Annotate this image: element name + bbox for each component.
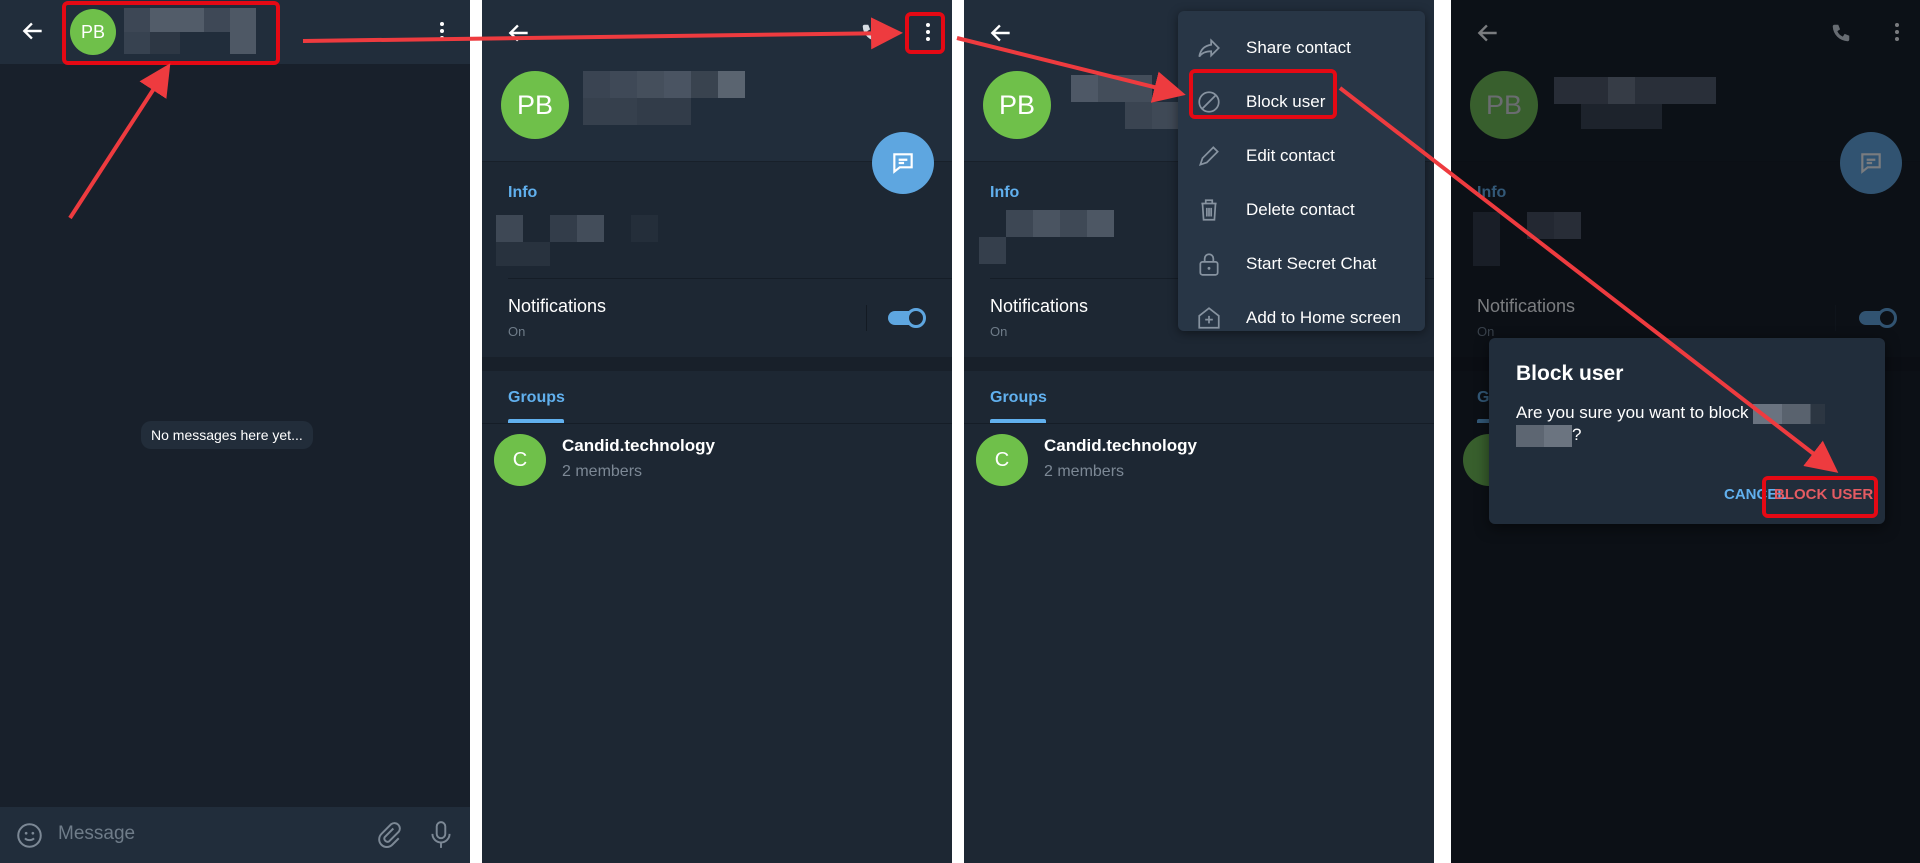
- redacted-contact-name: [1071, 75, 1181, 129]
- chat-bubble-icon: [893, 153, 913, 174]
- dialog-message: Are you sure you want to block ?: [1516, 402, 1846, 447]
- share-icon: [1198, 38, 1220, 58]
- menu-item-add-to-home-screen[interactable]: Add to Home screen: [1178, 291, 1425, 345]
- group-name: Candid.technology: [562, 436, 715, 455]
- divider: [866, 305, 867, 331]
- menu-item-start-secret-chat[interactable]: Start Secret Chat: [1178, 237, 1425, 291]
- notifications-state: On: [990, 324, 1008, 339]
- back-arrow-icon: [1477, 24, 1497, 42]
- highlight-block-user: [1189, 69, 1337, 119]
- message-fab: [1840, 132, 1902, 194]
- tab-groups[interactable]: Groups: [990, 389, 1047, 407]
- notifications-label: Notifications: [1477, 296, 1576, 316]
- chat-bubble-icon: [1861, 153, 1881, 174]
- notifications-label[interactable]: Notifications: [990, 296, 1088, 317]
- highlight-block-user-button: [1762, 476, 1878, 518]
- profile-menu-screen: PB Info Notifications On Groups C Candid…: [964, 0, 1434, 863]
- lock-icon: [1199, 253, 1219, 276]
- message-input[interactable]: Message: [58, 823, 135, 845]
- info-label: Info: [990, 184, 1020, 201]
- more-vert-icon[interactable]: [438, 22, 446, 44]
- trash-icon: [1201, 199, 1217, 221]
- back-arrow-icon[interactable]: [988, 20, 1014, 46]
- tab-groups: G: [1477, 389, 1490, 406]
- profile-avatar: PB: [1470, 71, 1538, 139]
- redacted-phone: [1473, 212, 1583, 266]
- back-arrow-icon[interactable]: [20, 18, 46, 44]
- redacted-contact-name: [583, 71, 745, 125]
- profile-screen: PB Info Notifications On Groups C Candid…: [482, 0, 952, 863]
- back-arrow-icon[interactable]: [506, 20, 532, 46]
- dialog-title: Block user: [1516, 362, 1624, 385]
- profile-avatar: PB: [983, 71, 1051, 139]
- tab-groups[interactable]: Groups: [508, 389, 565, 407]
- divider: [482, 423, 952, 424]
- group-members: 2 members: [1044, 463, 1125, 480]
- add-home-icon: [1198, 307, 1220, 329]
- notifications-state: On: [1477, 324, 1495, 339]
- group-name: Candid.technology: [1044, 436, 1197, 455]
- profile-header: PB: [1451, 0, 1920, 162]
- phone-icon[interactable]: [860, 22, 882, 44]
- group-avatar: C: [976, 434, 1028, 486]
- redacted-name: [1516, 424, 1572, 447]
- highlight-contact-header: [62, 1, 280, 65]
- notifications-toggle: [1859, 308, 1899, 328]
- notifications-label[interactable]: Notifications: [508, 296, 606, 317]
- divider: [508, 278, 952, 279]
- menu-item-delete-contact[interactable]: Delete contact: [1178, 183, 1425, 237]
- chat-screen: PB No messages here yet... Message: [0, 0, 470, 863]
- notifications-toggle[interactable]: [888, 308, 928, 328]
- attach-icon[interactable]: [376, 821, 402, 849]
- section-gap: [964, 357, 1434, 371]
- info-label: Info: [508, 184, 538, 201]
- overflow-menu: Share contact Block user Edit contact De…: [1178, 11, 1425, 331]
- block-confirm-screen: PB Info Notifications On G Block user Ar…: [1451, 0, 1920, 863]
- redacted-phone: [979, 210, 1119, 264]
- message-fab[interactable]: [872, 132, 934, 194]
- redacted-phone: [496, 215, 658, 267]
- phone-icon: [1832, 24, 1850, 42]
- message-composer: Message: [0, 807, 470, 863]
- menu-item-edit-contact[interactable]: Edit contact: [1178, 129, 1425, 183]
- pencil-icon: [1198, 146, 1219, 167]
- divider: [964, 423, 1434, 424]
- group-members: 2 members: [562, 463, 643, 480]
- divider: [1835, 305, 1836, 331]
- menu-item-share-contact[interactable]: Share contact: [1178, 21, 1425, 75]
- profile-avatar: PB: [501, 71, 569, 139]
- more-vert-icon: [1893, 23, 1901, 45]
- redacted-name: [1753, 403, 1826, 424]
- info-label: Info: [1477, 184, 1507, 201]
- mic-icon[interactable]: [428, 820, 454, 850]
- redacted-contact-name: [1554, 77, 1716, 129]
- empty-state-label: No messages here yet...: [141, 421, 313, 449]
- emoji-icon[interactable]: [16, 822, 43, 849]
- section-gap: [482, 357, 952, 371]
- profile-header: PB: [482, 0, 952, 162]
- notifications-state: On: [508, 324, 526, 339]
- highlight-more-button: [905, 12, 945, 54]
- group-avatar: C: [494, 434, 546, 486]
